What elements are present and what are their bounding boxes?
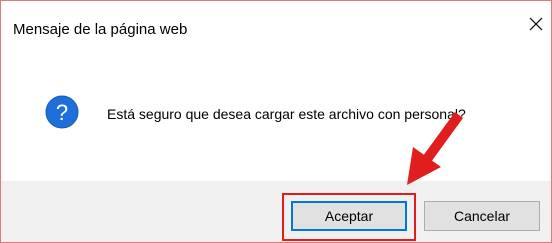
accept-button[interactable]: Aceptar xyxy=(291,201,407,231)
title-bar: Mensaje de la página web xyxy=(1,1,551,47)
dialog-body: ? Está seguro que desea cargar este arch… xyxy=(1,47,551,181)
dialog-title: Mensaje de la página web xyxy=(13,21,188,38)
question-icon: ? xyxy=(45,95,79,129)
svg-text:?: ? xyxy=(56,100,68,125)
message-dialog: Mensaje de la página web ? Está seguro q… xyxy=(0,0,552,243)
cancel-button[interactable]: Cancelar xyxy=(424,201,540,231)
dialog-message: Está seguro que desea cargar este archiv… xyxy=(107,106,466,122)
close-button[interactable] xyxy=(521,9,551,39)
button-bar: Aceptar Cancelar xyxy=(1,181,551,242)
close-icon xyxy=(529,17,543,31)
